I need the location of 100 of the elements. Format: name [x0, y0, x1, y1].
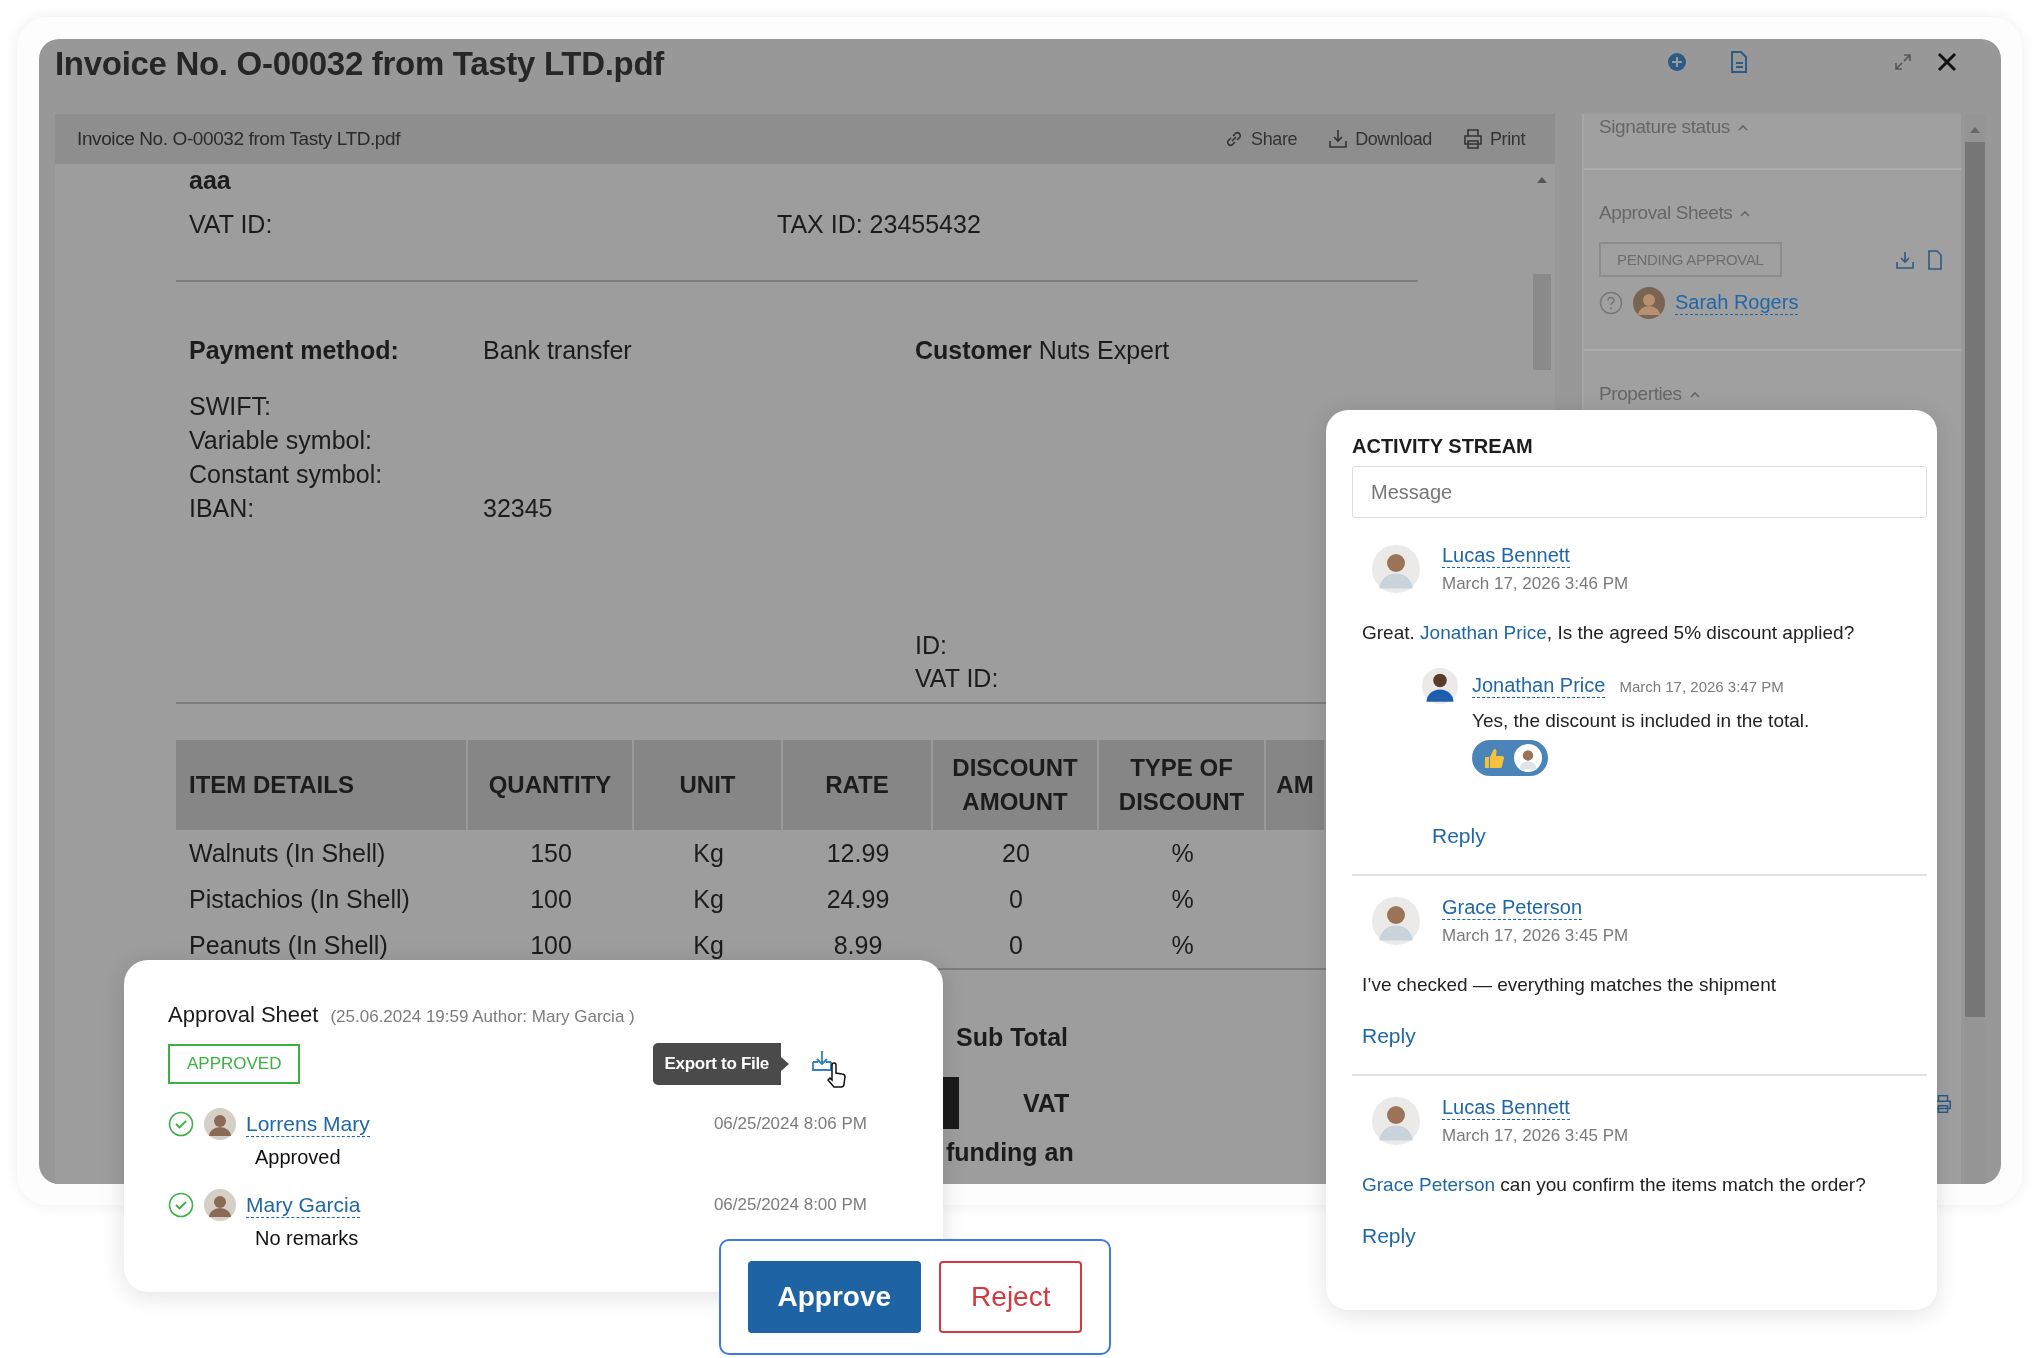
- hand-cursor-icon: [825, 1062, 847, 1088]
- comment-text: Great. Jonathan Price, Is the agreed 5% discount applied?: [1362, 622, 1855, 644]
- comment-text: Yes, the discount is included in the total.: [1472, 710, 1810, 732]
- table-cell-text: Peanuts (In Shell): [188, 929, 389, 961]
- expand-icon[interactable]: [1894, 53, 1912, 71]
- timestamp: March 17, 2026 3:45 PM: [1442, 1126, 1629, 1146]
- download-button[interactable]: Download: [1327, 128, 1432, 150]
- share-button[interactable]: Share: [1223, 128, 1298, 150]
- document-icon[interactable]: [1729, 51, 1749, 73]
- comment-text: Grace Peterson can you confirm the items match the order?: [1362, 1174, 1866, 1196]
- file-name: Invoice No. O-00032 from Tasty LTD.pdf: [77, 128, 401, 150]
- card-meta: (25.06.2024 19:59 Author: Mary Garcia ): [330, 1007, 635, 1027]
- table-cell-text: %: [1170, 929, 1195, 961]
- document-label: Constant symbol:: [189, 459, 384, 490]
- reply-link[interactable]: Reply: [1432, 824, 1486, 848]
- column-header: TYPE OF DISCOUNT: [1099, 740, 1266, 830]
- document-text: Bank transfer: [483, 335, 633, 365]
- arrow-up-icon[interactable]: [1537, 176, 1547, 184]
- chevron-icon: [1737, 123, 1748, 131]
- document-text: aaa: [189, 165, 231, 195]
- avatar-icon: [1372, 545, 1420, 593]
- chevron-icon: [1740, 209, 1751, 217]
- document-label: Variable symbol:: [189, 425, 373, 456]
- avatar-icon: [1514, 744, 1542, 772]
- download-icon: [1327, 128, 1350, 150]
- avatar-icon: [1633, 287, 1665, 319]
- document-label: ID:: [915, 630, 947, 661]
- panel-title: ACTIVITY STREAM: [1352, 435, 1533, 458]
- document-text: Customer Nuts Expert: [915, 335, 1170, 365]
- author-link[interactable]: Lucas Bennett: [1442, 1096, 1570, 1120]
- table-cell-text: 150: [529, 837, 573, 869]
- document-label: Payment method:: [189, 335, 400, 365]
- table-cell-text: 100: [529, 883, 573, 915]
- avatar-icon: [1372, 897, 1420, 945]
- status-badge: APPROVED: [168, 1044, 301, 1084]
- timestamp: 06/25/2024 8:00 PM: [713, 1195, 867, 1215]
- scroll-thumb[interactable]: [1965, 142, 1985, 1017]
- timestamp: March 17, 2026 3:45 PM: [1442, 926, 1629, 946]
- table-cell-text: %: [1170, 883, 1195, 915]
- table-cell-text: 8.99: [832, 929, 884, 961]
- chevron-icon: [1689, 390, 1700, 398]
- total-label: Sub Total: [956, 1022, 1069, 1052]
- table-cell-text: 20: [1001, 837, 1031, 869]
- card-title: Approval Sheet: [168, 1002, 319, 1028]
- column-header: QUANTITY: [468, 740, 634, 830]
- document-icon[interactable]: [1927, 249, 1943, 270]
- total-label: VAT: [1023, 1088, 1070, 1118]
- tooltip: Export to File: [652, 1043, 789, 1085]
- person-link[interactable]: Lorrens Mary: [246, 1111, 370, 1137]
- avatar-icon: [204, 1189, 236, 1221]
- avatar-icon: [1422, 668, 1458, 704]
- message-field[interactable]: Message: [1352, 466, 1927, 518]
- column-header: ITEM DETAILS: [176, 740, 468, 830]
- arrow-up-icon[interactable]: [1970, 126, 1980, 134]
- table-cell-text: %: [1170, 837, 1195, 869]
- document-text: 32345: [483, 493, 553, 524]
- author-link[interactable]: Jonathan Price: [1472, 674, 1606, 698]
- reply-link[interactable]: Reply: [1362, 1224, 1416, 1248]
- table-cell-text: 0: [1008, 883, 1024, 915]
- table-cell-text: 24.99: [825, 883, 891, 915]
- mention-link[interactable]: Grace Peterson: [1362, 1174, 1496, 1195]
- document-label: VAT ID:: [915, 663, 999, 694]
- person-link[interactable]: Mary Garcia: [246, 1192, 361, 1218]
- column-header: DISCOUNT AMOUNT: [933, 740, 1099, 830]
- document-label: VAT ID:: [189, 209, 274, 239]
- approval-note: Approved: [255, 1146, 341, 1169]
- close-icon[interactable]: [1936, 51, 1958, 73]
- document-text: funding an: [946, 1138, 1074, 1167]
- download-icon[interactable]: [1895, 249, 1915, 270]
- reply-link[interactable]: Reply: [1362, 1024, 1416, 1048]
- author-link[interactable]: Lucas Bennett: [1442, 544, 1570, 568]
- table-cell-text: Kg: [692, 883, 725, 915]
- table-cell-text: Pistachios (In Shell): [188, 883, 411, 915]
- window-title: Invoice No. O-00032 from Tasty LTD.pdf: [55, 45, 664, 83]
- table-cell-text: 0: [1008, 929, 1024, 961]
- print-button[interactable]: Print: [1462, 128, 1525, 150]
- comment-text: I’ve checked — everything matches the shipment: [1362, 974, 1776, 996]
- avatar-icon: [204, 1108, 236, 1140]
- document-label: IBAN:: [189, 493, 256, 524]
- thumbs-up-icon: [1482, 746, 1506, 770]
- reject-button[interactable]: Reject: [939, 1261, 1083, 1333]
- document-text: TAX ID: 23455432: [777, 209, 981, 239]
- timestamp: 06/25/2024 8:06 PM: [713, 1114, 867, 1134]
- timestamp: March 17, 2026 3:46 PM: [1442, 574, 1629, 594]
- approval-note: No remarks: [255, 1227, 359, 1250]
- table-cell-text: Walnuts (In Shell): [188, 837, 387, 869]
- column-header: RATE: [783, 740, 933, 830]
- column-header: UNIT: [634, 740, 783, 830]
- mention-link[interactable]: Jonathan Price: [1420, 622, 1547, 643]
- table-cell-text: 12.99: [825, 837, 891, 869]
- table-cell-text: Kg: [692, 929, 725, 961]
- plus-circle-icon[interactable]: [1667, 52, 1687, 72]
- document-label: SWIFT:: [189, 391, 272, 422]
- author-link[interactable]: Grace Peterson: [1442, 896, 1583, 920]
- timestamp: March 17, 2026 3:47 PM: [1619, 677, 1784, 695]
- table-cell-text: Kg: [692, 837, 725, 869]
- table-cell-text: 100: [529, 929, 573, 961]
- printer-icon: [1462, 128, 1484, 150]
- approve-button[interactable]: Approve: [747, 1261, 922, 1333]
- reaction-badge[interactable]: [1472, 740, 1548, 776]
